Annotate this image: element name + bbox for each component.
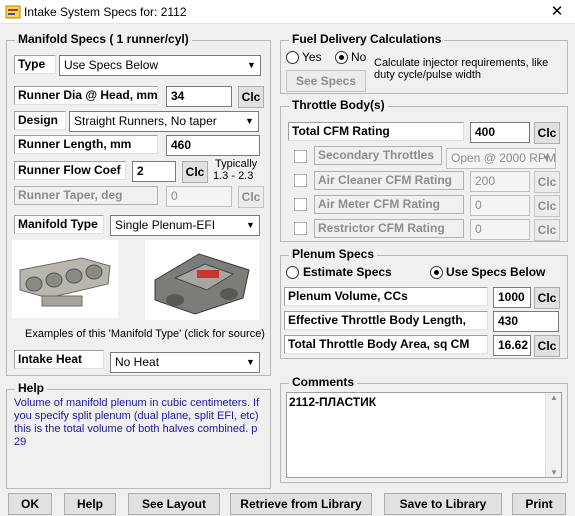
manifold-type-label: Manifold Type [14,215,104,234]
fuel-delivery-title: Fuel Delivery Calculations [289,32,445,46]
secondary-throttles-checkbox[interactable] [294,150,307,163]
chevron-down-icon: ▼ [247,60,256,70]
effective-throttle-length-input[interactable]: 430 [493,311,559,332]
air-meter-label: Air Meter CFM Rating [314,195,464,214]
air-meter-checkbox[interactable] [294,198,307,211]
air-meter-input[interactable]: 0 [470,195,530,216]
fuel-description: Calculate injector requirements, like du… [374,57,549,81]
plenum-volume-label: Plenum Volume, CCs [284,287,488,306]
air-meter-clc-button[interactable]: Clc [534,195,560,217]
restrictor-checkbox[interactable] [294,222,307,235]
use-specs-below-label[interactable]: Use Specs Below [446,265,545,279]
comments-text: 2112-ПЛАСТИК [289,395,377,409]
chevron-down-icon: ▼ [246,357,255,367]
runner-taper-clc-button[interactable]: Clc [238,186,264,208]
close-icon[interactable]: ✕ [547,2,567,22]
air-cleaner-checkbox[interactable] [294,174,307,187]
typically-range: 1.3 - 2.3 [213,170,254,182]
flow-coef-input[interactable]: 2 [132,161,176,182]
plenum-specs-title: Plenum Specs [289,247,378,261]
plenum-volume-input[interactable]: 1000 [493,287,531,308]
fuel-no-label[interactable]: No [351,50,366,64]
total-cfm-clc-button[interactable]: Clc [534,122,560,144]
secondary-throttles-label: Secondary Throttles [314,146,442,165]
restrictor-clc-button[interactable]: Clc [534,219,560,241]
runner-dia-input[interactable]: 34 [166,86,232,107]
runner-length-input[interactable]: 460 [166,135,260,156]
use-specs-below-radio[interactable] [430,266,443,279]
comments-title: Comments [289,375,358,389]
total-throttle-area-clc-button[interactable]: Clc [534,335,560,357]
type-value: Use Specs Below [64,58,159,72]
intake-heat-label: Intake Heat [14,350,104,369]
air-cleaner-label: Air Cleaner CFM Rating [314,171,464,190]
chevron-down-icon: ▼ [246,220,255,230]
scroll-up-icon[interactable]: ▲ [550,393,558,402]
design-select[interactable]: Straight Runners, No taper ▼ [69,111,259,132]
type-label: Type [14,55,56,74]
retrieve-from-library-button[interactable]: Retrieve from Library [230,493,372,515]
chevron-down-icon: ▼ [542,153,551,163]
see-specs-button[interactable]: See Specs [286,70,366,92]
fuel-yes-radio[interactable] [286,51,299,64]
see-layout-button[interactable]: See Layout [128,493,220,515]
runner-dia-label: Runner Dia @ Head, mm [14,86,158,105]
type-select[interactable]: Use Specs Below ▼ [59,55,261,76]
air-cleaner-clc-button[interactable]: Clc [534,171,560,193]
total-cfm-input[interactable]: 400 [470,122,530,143]
manifold-type-value: Single Plenum-EFI [115,218,216,232]
total-cfm-label: Total CFM Rating [288,122,464,141]
fuel-no-radio[interactable] [335,51,348,64]
typically-label: Typically [215,158,258,170]
comments-textarea[interactable]: 2112-ПЛАСТИК ▲ ▼ [286,392,562,478]
intake-heat-value: No Heat [115,355,160,369]
manifold-specs-title: Manifold Specs ( 1 runner/cyl) [15,32,192,46]
design-value: Straight Runners, No taper [74,114,217,128]
manifold-example-image-2[interactable] [145,240,259,320]
manifold-type-select[interactable]: Single Plenum-EFI ▼ [110,215,260,236]
flow-coef-clc-button[interactable]: Clc [182,161,208,183]
scroll-down-icon[interactable]: ▼ [550,468,558,477]
total-throttle-area-label: Total Throttle Body Area, sq CM [284,335,488,354]
flow-coef-label: Runner Flow Coef [14,161,126,180]
help-button[interactable]: Help [64,493,116,515]
title-bar: Intake System Specs for: 2112 ✕ [0,0,575,24]
help-text: Volume of manifold plenum in cubic centi… [14,397,260,448]
window-title: Intake System Specs for: 2112 [24,5,187,19]
secondary-throttles-select[interactable]: Open @ 2000 RPM ▼ [446,148,556,169]
ok-button[interactable]: OK [8,493,52,515]
runner-dia-clc-button[interactable]: Clc [238,86,264,108]
comments-scrollbar[interactable]: ▲ ▼ [545,393,561,477]
air-cleaner-input[interactable]: 200 [470,171,530,192]
throttle-body-title: Throttle Body(s) [289,98,388,112]
examples-caption[interactable]: Examples of this 'Manifold Type' (click … [25,328,265,340]
plenum-volume-clc-button[interactable]: Clc [534,287,560,309]
chevron-down-icon: ▼ [245,116,254,126]
runner-taper-input[interactable]: 0 [166,186,232,207]
runner-length-label: Runner Length, mm [14,135,158,154]
help-title: Help [15,381,48,395]
restrictor-input[interactable]: 0 [470,219,530,240]
print-button[interactable]: Print [512,493,566,515]
estimate-specs-label[interactable]: Estimate Specs [303,265,392,279]
runner-taper-label: Runner Taper, deg [14,186,158,205]
manifold-example-image-1[interactable] [12,240,118,318]
effective-throttle-length-label: Effective Throttle Body Length, [284,311,488,330]
save-to-library-button[interactable]: Save to Library [384,493,502,515]
intake-heat-select[interactable]: No Heat ▼ [110,352,260,373]
total-throttle-area-input[interactable]: 16.62 [493,335,531,356]
restrictor-label: Restrictor CFM Rating [314,219,464,238]
estimate-specs-radio[interactable] [286,266,299,279]
fuel-yes-label[interactable]: Yes [302,50,322,64]
app-icon [5,5,21,19]
design-label: Design [14,111,66,130]
